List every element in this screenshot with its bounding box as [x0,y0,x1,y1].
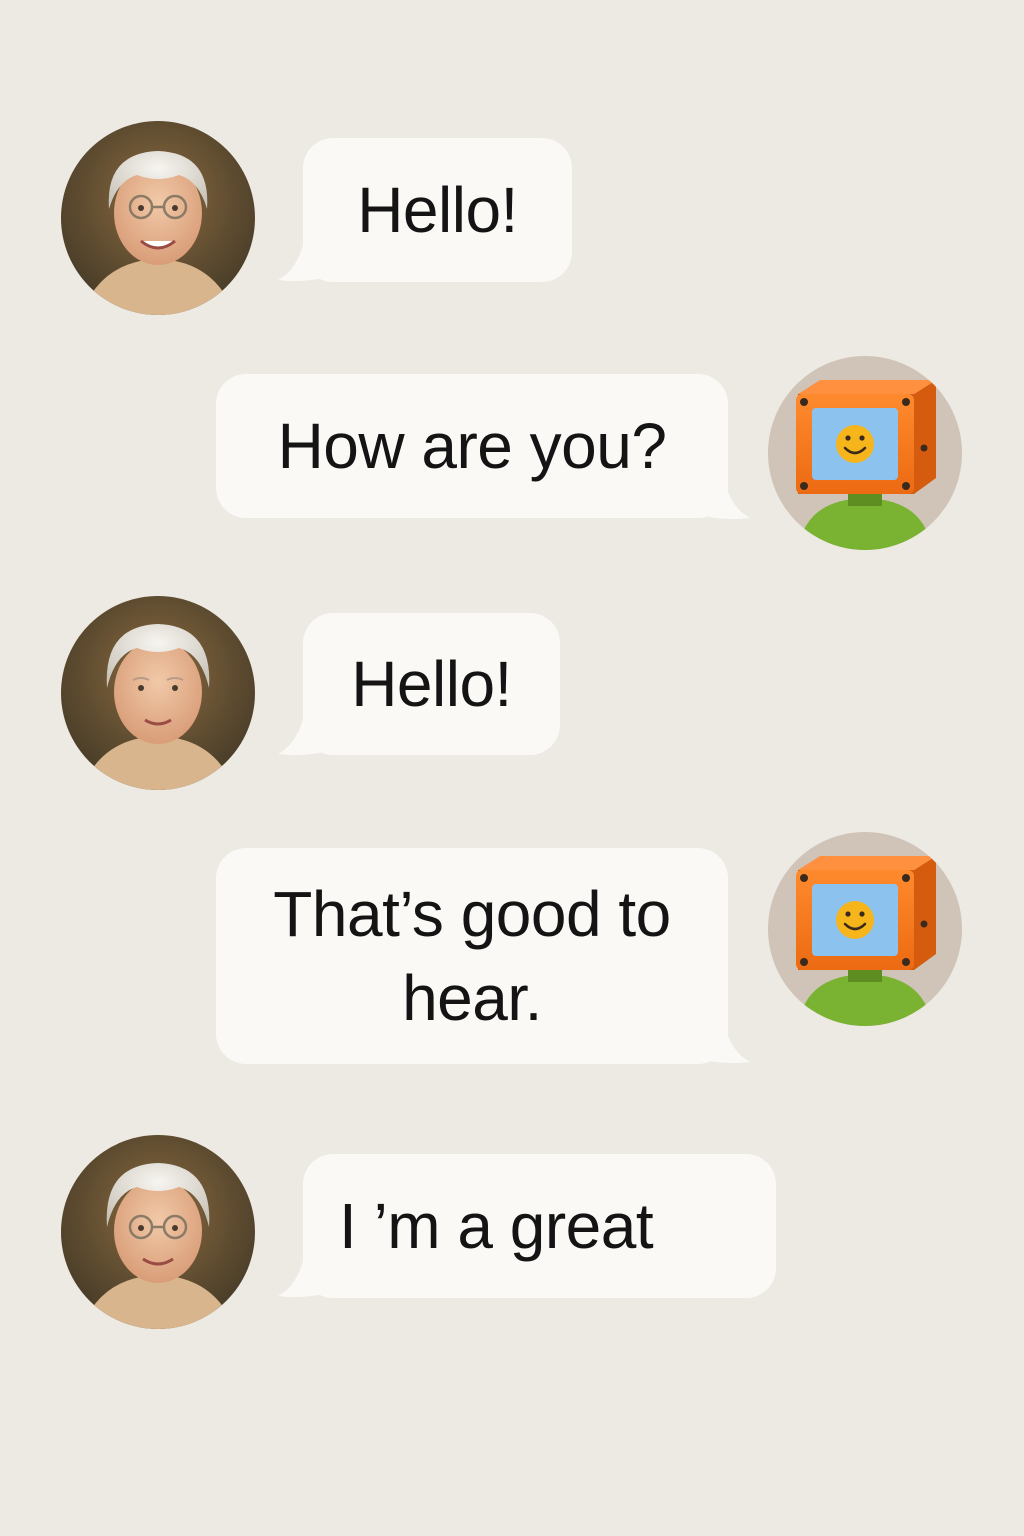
message-text: I ’m a great [339,1190,654,1262]
message-text: How are you? [277,410,667,482]
robot-avatar-icon [768,356,962,550]
message-bubble-robot: How are you? [216,374,728,518]
message-bubble-robot: That’s good to hear. [216,848,728,1064]
user-avatar-icon [61,121,255,315]
user-avatar-icon [61,1135,255,1329]
message-bubble-user: Hello! [303,138,572,282]
message-text: Hello! [357,174,518,246]
user-avatar-icon [61,596,255,790]
message-text: That’s good to hear. [273,878,671,1034]
robot-avatar-icon [768,832,962,1026]
message-bubble-user: Hello! [303,613,560,755]
chat-thread: Hello! How are you? Hello! That’s good t… [0,0,1024,1536]
message-bubble-user: I ’m a great [303,1154,776,1298]
message-text: Hello! [351,648,512,720]
